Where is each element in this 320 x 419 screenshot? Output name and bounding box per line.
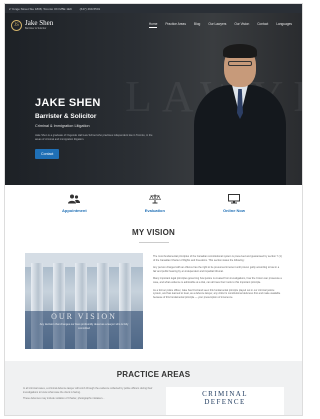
practice-areas-section: PRACTICE AREAS In all criminal cases, a … [5, 361, 302, 415]
practice-paragraph: In all criminal cases, a criminal defenc… [23, 387, 153, 394]
site-logo[interactable]: JS Jake Shen Barrister & Solicitor [11, 18, 54, 31]
hero-subtitle: Criminal & Immigration Litigation [35, 124, 90, 128]
website-page: 2 Yonge Street Ste 1808, Toronto ON M5E … [4, 3, 303, 416]
feature-label-online-now: Online Now [222, 208, 245, 213]
hero-description: Jake Shen is a graduate of Osgoode Hall … [35, 134, 153, 141]
hero-name: JAKE SHEN [35, 97, 101, 109]
feature-appointment[interactable]: Appointment [62, 194, 87, 227]
feature-evaluation[interactable]: Evaluation [145, 194, 165, 227]
criminal-defence-card[interactable]: CRIMINAL DEFENCE [166, 387, 284, 415]
feature-label-evaluation: Evaluation [144, 208, 165, 213]
vision-image: OUR VISION Any decision that changes our… [25, 253, 143, 349]
nav-item-languages[interactable]: Languages [276, 22, 292, 28]
practice-text: In all criminal cases, a criminal defenc… [23, 387, 156, 415]
contact-button[interactable]: Contact [35, 149, 60, 159]
logo-mark-icon: JS [11, 19, 22, 31]
practice-heading: PRACTICE AREAS [116, 370, 191, 379]
vision-paragraph: Any person charged with an offence has t… [153, 266, 280, 273]
nav-item-practice-areas[interactable]: Practice Areas [165, 22, 186, 28]
nav-item-blog[interactable]: Blog [194, 22, 200, 28]
vision-paragraph: The most fundamental principles of the C… [153, 255, 282, 262]
vision-divider [138, 242, 169, 243]
vision-image-caption: Any decision that changes our lives prof… [39, 323, 129, 330]
card-title-line2: DEFENCE [204, 398, 246, 406]
logo-subtitle: Barrister & Solicitor [25, 26, 47, 30]
feature-label-appointment: Appointment [62, 208, 87, 213]
vision-heading: MY VISION [132, 228, 175, 237]
vision-paragraph: Many important legal principles governin… [153, 277, 282, 284]
vision-section: OUR VISION Any decision that changes our… [5, 253, 302, 349]
logo-name: Jake Shen [25, 18, 54, 27]
address-text: 2 Yonge Street Ste 1808, Toronto ON M5E … [9, 6, 72, 11]
vision-text: The most fundamental principles of the C… [153, 253, 282, 349]
nav-item-our-lawyers[interactable]: Our Lawyers [208, 22, 226, 28]
hero-text-block: JAKE SHEN Barrister & Solicitor Criminal… [35, 97, 185, 160]
phone-text[interactable]: (647) 499-5501 [80, 7, 101, 11]
nav-item-home[interactable]: Home [148, 22, 158, 28]
hero-section: LAWYER JS Jake Shen Barrister & Solicito… [5, 13, 302, 185]
main-nav: Home Practice Areas Blog Our Lawyers Our… [148, 22, 292, 28]
site-header: JS Jake Shen Barrister & Solicitor Home … [5, 13, 302, 37]
practice-paragraph: These defences may include violation of … [23, 397, 105, 401]
top-info-bar: 2 Yonge Street Ste 1808, Toronto ON M5E … [5, 4, 302, 13]
users-icon [68, 194, 81, 204]
features-row: Appointment Evaluation Online Now [5, 185, 302, 227]
monitor-icon [227, 194, 240, 204]
card-title-line1: CRIMINAL [202, 390, 248, 398]
vision-image-watermark: OUR VISION [51, 312, 117, 321]
nav-item-our-vision[interactable]: Our Vision [234, 22, 249, 28]
vision-paragraph: As a former police officer, Jake has fir… [153, 288, 281, 299]
nav-item-contact[interactable]: Contact [257, 22, 268, 28]
feature-online-now[interactable]: Online Now [223, 194, 245, 227]
scales-icon [148, 194, 161, 204]
lawyer-portrait [194, 39, 286, 185]
hero-title: Barrister & Solicitor [35, 113, 97, 120]
